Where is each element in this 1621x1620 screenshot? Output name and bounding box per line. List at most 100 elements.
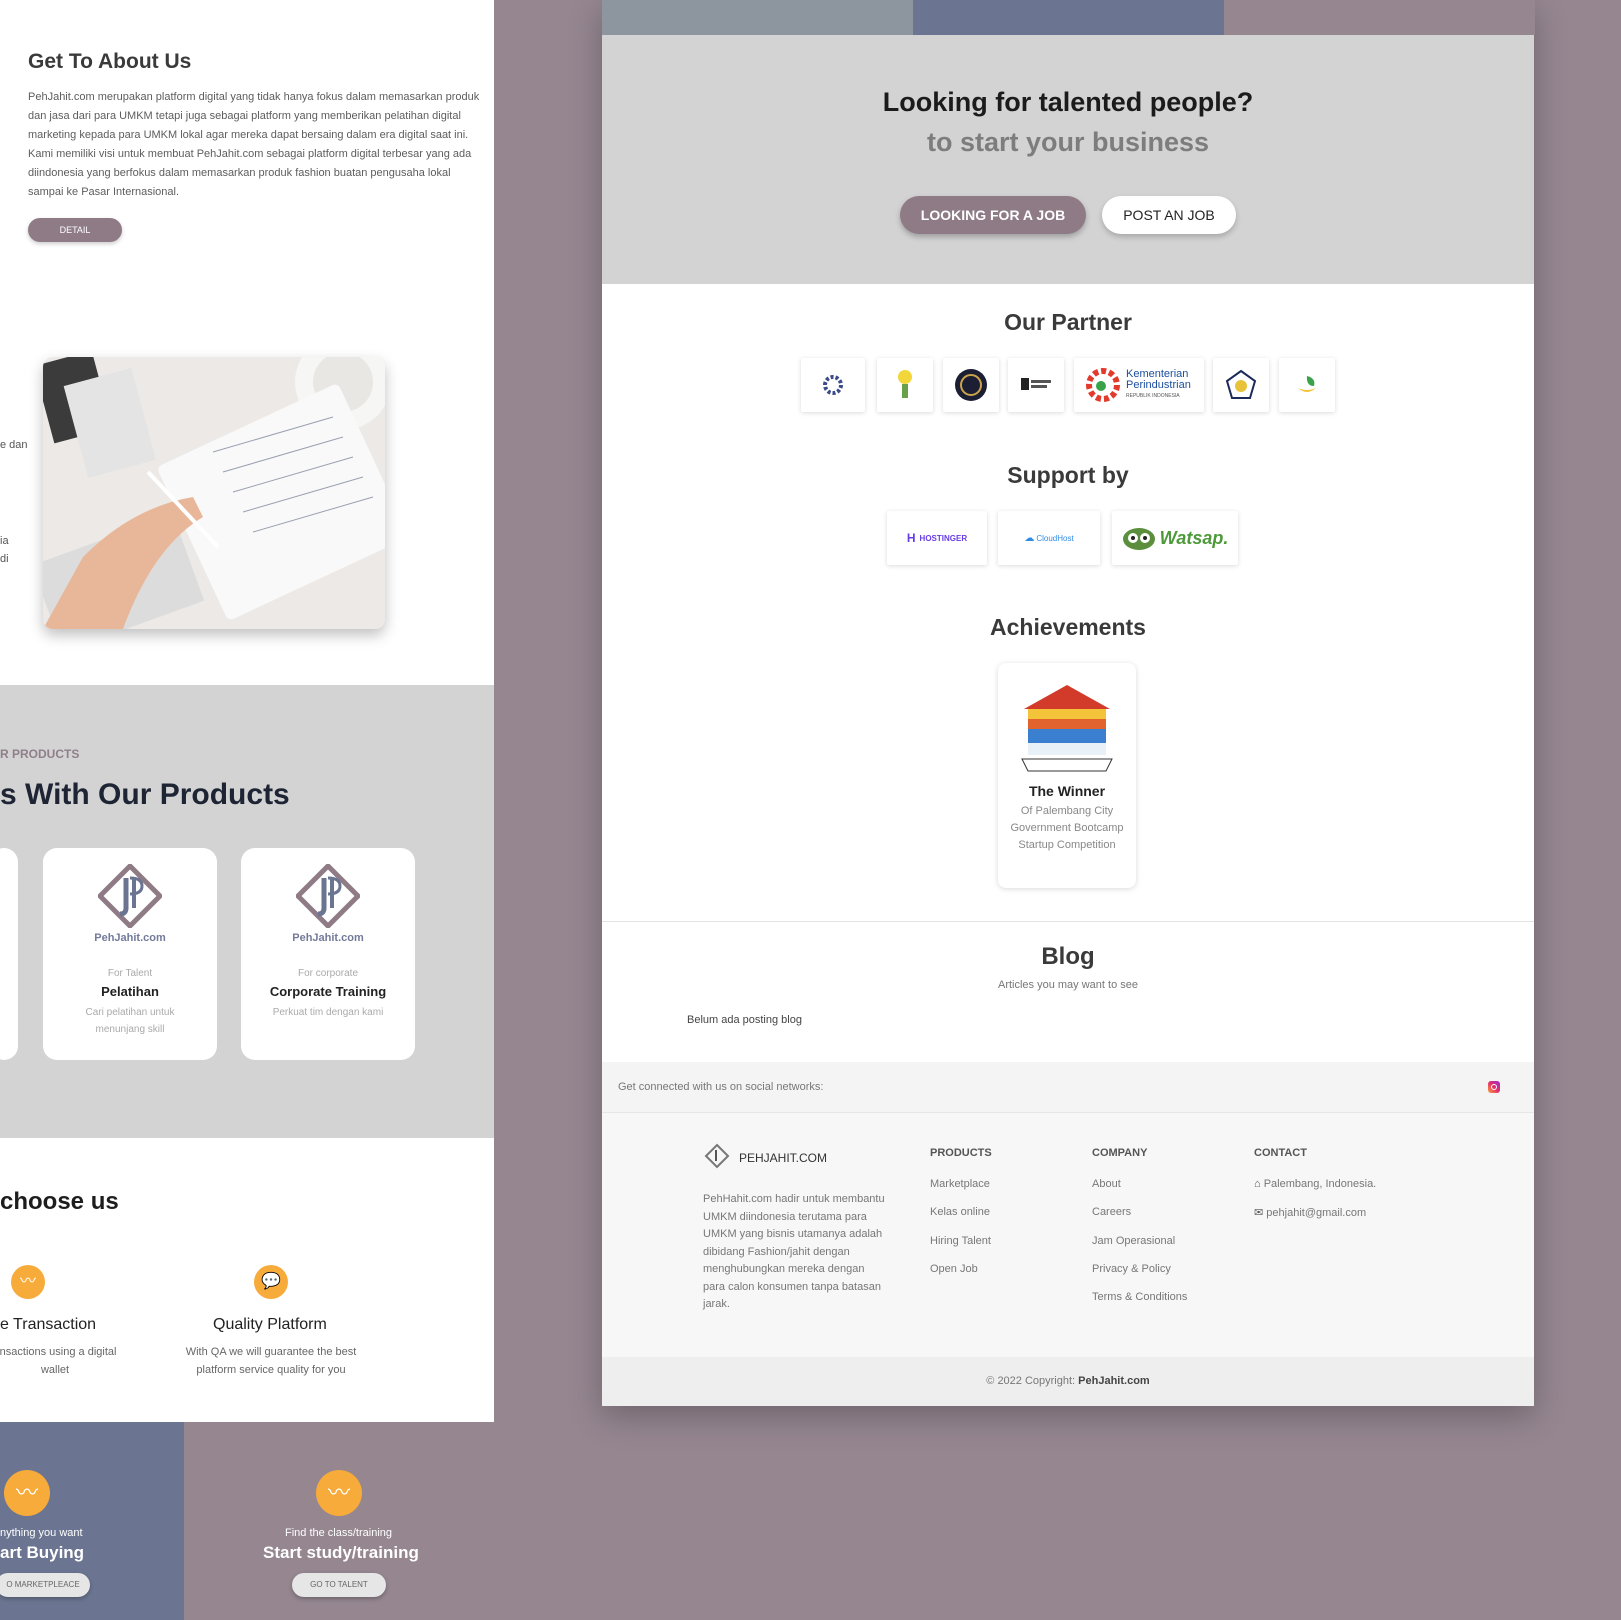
kementerian-text: Perindustrian: [1126, 378, 1191, 391]
products-eyebrow: R PRODUCTS: [0, 747, 80, 761]
agency-logo-icon: [1021, 378, 1051, 390]
partner-logo: [1213, 358, 1269, 412]
footer-address: ⌂ Palembang, Indonesia.: [1254, 1178, 1376, 1190]
gear-emblem-icon: [823, 375, 843, 395]
detail-button[interactable]: DETAIL: [28, 218, 122, 242]
cta-small-text: Find the class/training: [285, 1527, 392, 1539]
hero-section: Looking for talented people? to start yo…: [602, 35, 1534, 284]
trend-chart-icon: 〰: [316, 1470, 362, 1516]
seal-emblem-icon: [955, 369, 987, 401]
chat-bubble-icon: 💬: [254, 1265, 288, 1299]
pentagon-emblem-icon: [1225, 369, 1257, 399]
footer-link-privacy-policy[interactable]: Privacy & Policy: [1092, 1263, 1171, 1275]
cta-small-text: nything you want: [0, 1527, 83, 1539]
go-to-talent-button[interactable]: GO TO TALENT: [292, 1573, 386, 1597]
top-band-gray: [602, 0, 913, 35]
support-heading: Support by: [1007, 462, 1129, 488]
partner-logo: [801, 358, 865, 412]
palembang-city-emblem-icon: [1021, 685, 1113, 772]
pehjahit-logo-icon: [704, 1143, 730, 1169]
watsap-text: Watsap.: [1159, 527, 1229, 548]
cut-text-fragment: di: [0, 553, 9, 565]
card-description: Cari pelatihan untuk menunjang skill: [85, 1007, 175, 1035]
home-icon: ⌂: [1254, 1178, 1261, 1190]
section-divider: [602, 921, 1534, 922]
copyright-brand-link[interactable]: PehJahit.com: [1078, 1375, 1150, 1387]
achievement-title: The Winner: [1028, 783, 1106, 799]
product-card-partial[interactable]: [0, 848, 18, 1060]
footer-link-marketplace[interactable]: Marketplace: [930, 1178, 990, 1190]
footer-link-kelas-online[interactable]: Kelas online: [930, 1206, 990, 1218]
desk-illustration: [43, 357, 385, 629]
cut-text-fragment: e dan: [0, 439, 28, 451]
cut-text-fragment: ia: [0, 535, 9, 547]
partner-heading: Our Partner: [1004, 309, 1132, 335]
footer-link-terms-conditions[interactable]: Terms & Conditions: [1092, 1291, 1187, 1303]
feature-description: ansactions using a digital wallet: [0, 1346, 117, 1376]
leaf-emblem-icon: [1298, 376, 1316, 392]
hero-title: Looking for talented people?: [882, 87, 1254, 117]
gear-logo-icon: [1086, 368, 1120, 402]
card-description: Perkuat tim dengan kami: [272, 1007, 384, 1018]
blog-heading: Blog: [1041, 943, 1095, 970]
partner-logo: [1279, 358, 1335, 412]
footer-link-careers[interactable]: Careers: [1092, 1206, 1131, 1218]
footer-link-hiring-talent[interactable]: Hiring Talent: [930, 1235, 991, 1247]
about-title: Get To About Us: [28, 50, 192, 73]
footer: PEHJAHIT.COM PehHahit.com hadir untuk me…: [602, 1113, 1534, 1357]
card-title: Pelatihan: [101, 984, 159, 999]
footer-brand: PEHJAHIT.COM: [739, 1151, 828, 1165]
kementerian-subtext: REPUBLIK INDONESIA: [1126, 392, 1180, 399]
go-to-marketplace-button[interactable]: O MARKETPLEACE: [0, 1573, 90, 1597]
footer-products-heading: PRODUCTS: [930, 1147, 992, 1159]
trend-chart-icon: 〰: [4, 1470, 50, 1516]
about-text: PehJahit.com merupakan platform digital …: [28, 91, 480, 198]
cta-big-text: art Buying: [0, 1543, 85, 1562]
why-choose-heading: choose us: [0, 1188, 119, 1215]
envelope-icon: ✉: [1254, 1207, 1264, 1219]
partner-logo: [1008, 358, 1064, 412]
cloud-icon: ☁: [1024, 532, 1035, 544]
copyright-text: © 2022 Copyright:: [986, 1375, 1076, 1387]
achievement-description: Of Palembang City Government Bootcamp St…: [1010, 805, 1124, 851]
post-job-button[interactable]: POST AN JOB: [1102, 196, 1236, 234]
right-page-panel: Looking for talented people? to start yo…: [602, 0, 1535, 1406]
social-bar: Get connected with us on social networks…: [602, 1062, 1534, 1113]
card-brand: PehJahit.com: [94, 932, 166, 944]
instagram-icon[interactable]: [1488, 1081, 1500, 1093]
footer-link-about[interactable]: About: [1092, 1178, 1121, 1190]
products-heading: s With Our Products: [0, 778, 290, 811]
achievement-card: The Winner Of Palembang City Government …: [998, 663, 1136, 888]
card-kicker: For Talent: [107, 968, 153, 979]
footer-link-jam-operasional[interactable]: Jam Operasional: [1092, 1235, 1175, 1247]
partner-logo: [877, 358, 933, 412]
hero-subtitle: to start your business: [926, 127, 1210, 157]
card-brand: PehJahit.com: [292, 932, 364, 944]
mascot-emblem-icon: [898, 370, 912, 398]
card-kicker: For corporate: [297, 968, 359, 979]
footer-link-open-job[interactable]: Open Job: [930, 1263, 978, 1275]
achievements-heading: Achievements: [990, 614, 1146, 640]
cat-mascot-icon: [1122, 528, 1155, 550]
blog-empty-message: Belum ada posting blog: [687, 1014, 802, 1026]
left-page-panel: Get To About Us PehJahit.com merupakan p…: [0, 0, 494, 1620]
cloudhost-text: CloudHost: [1036, 533, 1074, 543]
feature-title: e Transaction: [0, 1316, 97, 1333]
social-text: Get connected with us on social networks…: [618, 1081, 824, 1093]
feature-title: Quality Platform: [213, 1316, 327, 1333]
hostinger-icon: H: [906, 531, 916, 545]
blog-subtitle: Articles you may want to see: [997, 979, 1138, 991]
top-band-blue: [913, 0, 1224, 35]
footer-about: PehHahit.com hadir untuk membantu UMKM d…: [703, 1193, 885, 1310]
footer-email[interactable]: ✉ pehjahit@gmail.com: [1254, 1206, 1366, 1219]
workspace-photo: [43, 357, 385, 629]
card-title: Corporate Training: [269, 984, 387, 999]
top-band-mauve: [1224, 0, 1535, 35]
footer-contact-heading: CONTACT: [1254, 1147, 1307, 1159]
trend-chart-icon: 〰: [11, 1265, 45, 1299]
looking-for-job-button[interactable]: LOOKING FOR A JOB: [900, 196, 1086, 234]
partner-logo: [943, 358, 999, 412]
product-card-pelatihan[interactable]: PehJahit.com For Talent Pelatihan Cari p…: [43, 848, 217, 1060]
product-card-corporate-training[interactable]: PehJahit.com For corporate Corporate Tra…: [241, 848, 415, 1060]
pehjahit-logo-icon: [98, 864, 162, 928]
